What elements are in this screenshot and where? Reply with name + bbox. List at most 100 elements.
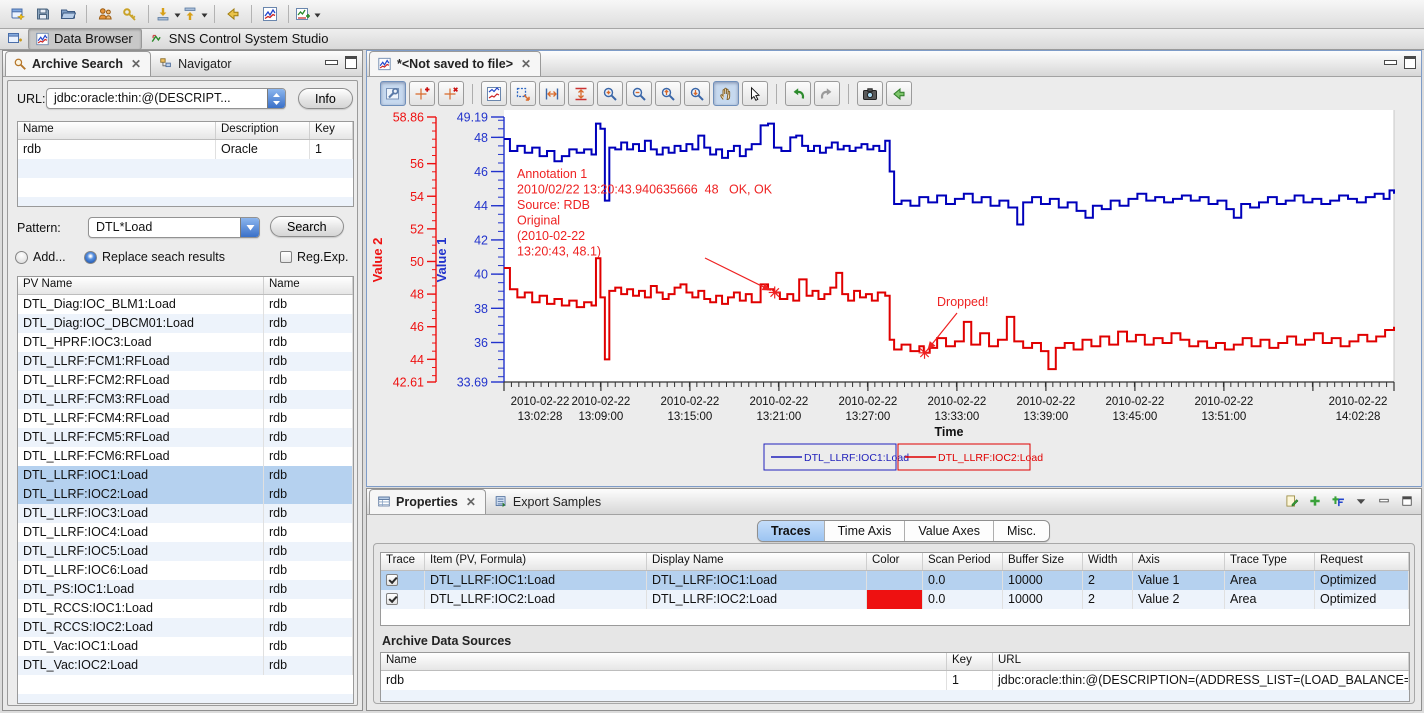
- table-row[interactable]: DTL_Vac:IOC1:Loadrdb: [18, 637, 353, 656]
- close-tab-icon[interactable]: ✕: [466, 497, 476, 507]
- table-row[interactable]: DTL_LLRF:IOC6:Loadrdb: [18, 561, 353, 580]
- add-trace-button[interactable]: [1306, 493, 1323, 509]
- minimize-editor-icon[interactable]: [1384, 60, 1397, 65]
- search-button[interactable]: Search: [270, 216, 344, 237]
- export-button[interactable]: [182, 2, 208, 26]
- annotation-text[interactable]: Annotation 1: [517, 167, 587, 181]
- table-row[interactable]: DTL_LLRF:IOC3:Loadrdb: [18, 504, 353, 523]
- column-header[interactable]: Color: [867, 553, 923, 570]
- table-row[interactable]: DTL_LLRF:IOC2:LoadDTL_LLRF:IOC2:Load0.01…: [381, 590, 1409, 609]
- close-tab-icon[interactable]: ✕: [521, 59, 531, 69]
- column-header[interactable]: Name: [381, 653, 947, 670]
- zoom-horizontal-button[interactable]: [539, 81, 565, 106]
- tab-export-samples[interactable]: Export Samples: [486, 489, 611, 514]
- back-button[interactable]: [886, 81, 912, 106]
- radio-add[interactable]: Add...: [15, 250, 66, 264]
- dropdown-caret-icon[interactable]: [172, 7, 181, 21]
- column-header[interactable]: Display Name: [647, 553, 867, 570]
- column-header[interactable]: PV Name: [18, 277, 264, 294]
- data-browser-button[interactable]: [258, 2, 282, 26]
- table-row[interactable]: DTL_HPRF:IOC3:Loadrdb: [18, 333, 353, 352]
- column-header[interactable]: Key: [947, 653, 993, 670]
- zoom-vertical-button[interactable]: [568, 81, 594, 106]
- maximize-editor-icon[interactable]: [1404, 56, 1416, 69]
- add-formula-button[interactable]: [1329, 493, 1346, 509]
- pattern-combo[interactable]: DTL*Load: [88, 217, 260, 238]
- column-header[interactable]: Trace: [381, 553, 425, 570]
- maximize-button[interactable]: [1398, 493, 1415, 509]
- tab-navigator[interactable]: Navigator: [151, 51, 242, 76]
- table-row[interactable]: DTL_Diag:IOC_DBCM01:Loadrdb: [18, 314, 353, 333]
- table-row[interactable]: DTL_LLRF:IOC2:Loadrdb: [18, 485, 353, 504]
- table-row[interactable]: DTL_LLRF:FCM2:RFLoadrdb: [18, 371, 353, 390]
- users-button[interactable]: [93, 2, 117, 26]
- column-header[interactable]: Buffer Size: [1003, 553, 1083, 570]
- import-button[interactable]: [155, 2, 181, 26]
- trace-visible-checkbox[interactable]: [386, 593, 398, 605]
- undo-button[interactable]: [785, 81, 811, 106]
- table-row[interactable]: DTL_LLRF:FCM5:RFLoadrdb: [18, 428, 353, 447]
- pattern-combo-dropdown-icon[interactable]: [240, 218, 259, 237]
- new-chart-button[interactable]: [295, 2, 321, 26]
- table-row[interactable]: rdb1jdbc:oracle:thin:@(DESCRIPTION=(ADDR…: [381, 671, 1409, 690]
- edit-annotation-button[interactable]: [1283, 493, 1300, 509]
- trace-color-swatch[interactable]: [867, 571, 922, 590]
- tab-archive-search[interactable]: Archive Search ✕: [5, 51, 151, 76]
- xy-chart[interactable]: 49.194846444240383633.69Value 158.865654…: [367, 110, 1421, 486]
- column-header[interactable]: Scan Period: [923, 553, 1003, 570]
- table-row[interactable]: DTL_LLRF:FCM1:RFLoadrdb: [18, 352, 353, 371]
- table-row[interactable]: DTL_RCCS:IOC2:Loadrdb: [18, 618, 353, 637]
- maximize-view-icon[interactable]: [345, 56, 357, 69]
- tab-properties[interactable]: Properties ✕: [369, 489, 486, 514]
- info-button[interactable]: Info: [298, 88, 353, 109]
- table-row[interactable]: DTL_Diag:IOC_BLM1:Loadrdb: [18, 295, 353, 314]
- trace-color-swatch[interactable]: [867, 590, 922, 609]
- table-row[interactable]: rdbOracle1: [18, 140, 353, 159]
- annotation-text[interactable]: 13:20:43, 48.1): [517, 245, 601, 259]
- pan-button[interactable]: [713, 81, 739, 106]
- stagger-axes-button[interactable]: [481, 81, 507, 106]
- table-row[interactable]: DTL_Vac:IOC2:Loadrdb: [18, 656, 353, 675]
- table-row[interactable]: DTL_LLRF:FCM4:RFLoadrdb: [18, 409, 353, 428]
- zoom-out-horizontal-button[interactable]: [684, 81, 710, 106]
- dropdown-caret-icon[interactable]: [199, 7, 208, 21]
- column-header[interactable]: Item (PV, Formula): [425, 553, 647, 570]
- annotation-text[interactable]: Original: [517, 214, 560, 228]
- add-annotation-button[interactable]: [409, 81, 435, 106]
- new-wizard-button[interactable]: [6, 2, 30, 26]
- open-button[interactable]: [56, 2, 80, 26]
- column-header[interactable]: Name: [18, 122, 216, 139]
- subtab-value-axes[interactable]: Value Axes: [905, 521, 994, 541]
- table-row[interactable]: DTL_LLRF:IOC1:LoadDTL_LLRF:IOC1:Load0.01…: [381, 571, 1409, 590]
- table-row[interactable]: DTL_LLRF:IOC4:Loadrdb: [18, 523, 353, 542]
- table-row[interactable]: DTL_LLRF:FCM6:RFLoadrdb: [18, 447, 353, 466]
- snapshot-button[interactable]: [857, 81, 883, 106]
- subtab-misc[interactable]: Misc.: [994, 521, 1049, 541]
- column-header[interactable]: Key: [310, 122, 353, 139]
- trace-visible-checkbox[interactable]: [386, 574, 398, 586]
- column-header[interactable]: Description: [216, 122, 310, 139]
- zoom-out-button[interactable]: [626, 81, 652, 106]
- dropdown-caret-icon[interactable]: [312, 7, 321, 21]
- column-header[interactable]: Request: [1315, 553, 1409, 570]
- table-row[interactable]: DTL_LLRF:FCM3:RFLoadrdb: [18, 390, 353, 409]
- key-button[interactable]: [118, 2, 142, 26]
- zoom-rubberband-button[interactable]: [510, 81, 536, 106]
- zoom-in-horizontal-button[interactable]: [655, 81, 681, 106]
- minimize-view-icon[interactable]: [325, 60, 338, 65]
- radio-replace[interactable]: Replace seach results: [84, 250, 225, 264]
- column-header[interactable]: URL: [993, 653, 1409, 670]
- annotation-text[interactable]: 2010/02/22 13:20:43.940635666 48 OK, OK: [517, 183, 773, 197]
- table-row[interactable]: DTL_PS:IOC1:Loadrdb: [18, 580, 353, 599]
- open-perspective-button[interactable]: [4, 30, 26, 49]
- perspective-tab-data-browser[interactable]: Data Browser: [28, 28, 142, 50]
- column-header[interactable]: Name: [264, 277, 353, 294]
- regexp-checkbox[interactable]: Reg.Exp.: [280, 250, 348, 264]
- remove-annotation-button[interactable]: [438, 81, 464, 106]
- tab-editor-plot[interactable]: *<Not saved to file> ✕: [369, 51, 541, 76]
- annotation-text[interactable]: Source: RDB: [517, 198, 590, 212]
- table-row[interactable]: DTL_LLRF:IOC5:Loadrdb: [18, 542, 353, 561]
- configure-button[interactable]: [380, 81, 406, 106]
- back-nav-button[interactable]: [221, 2, 245, 26]
- redo-button[interactable]: [814, 81, 840, 106]
